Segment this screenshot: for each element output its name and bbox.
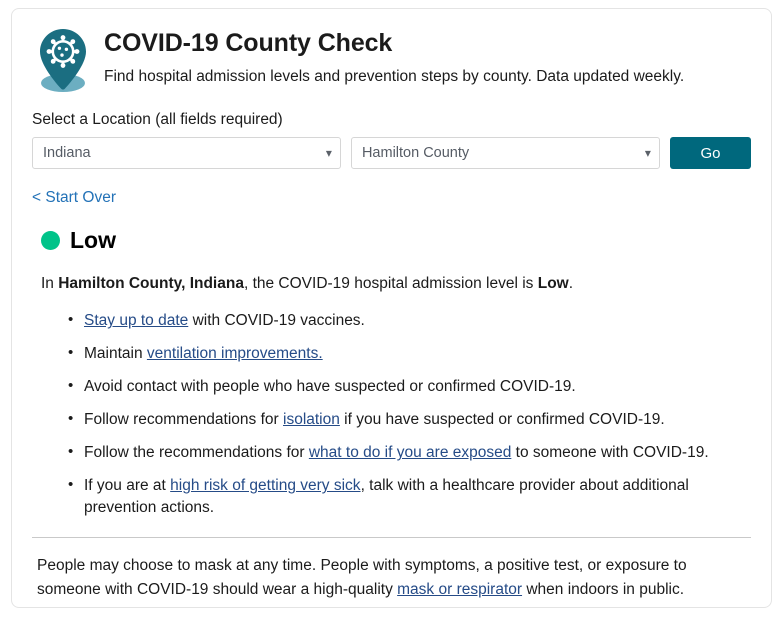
summary-suffix: .	[568, 275, 574, 292]
inline-text: If you are at	[84, 477, 171, 495]
inline-link[interactable]: isolation	[283, 411, 340, 428]
location-form-label: Select a Location (all fields required)	[32, 111, 283, 128]
section-divider	[32, 537, 751, 539]
go-button[interactable]: Go	[669, 137, 751, 169]
summary-level: Low	[537, 275, 569, 292]
summary-location: Hamilton County, Indiana	[58, 275, 244, 292]
page-title: COVID-19 County Check	[104, 29, 393, 57]
level-label: Low	[70, 227, 116, 253]
summary-middle: , the COVID-19 hospital admission level …	[243, 275, 538, 292]
start-over-link[interactable]: < Start Over	[12, 189, 136, 207]
recommendation-item: Avoid contact with people who have suspe…	[68, 375, 751, 398]
page-subtitle: Find hospital admission levels and preve…	[104, 67, 685, 85]
admission-level-heading: Low	[41, 229, 751, 252]
inline-text: Maintain	[84, 345, 147, 363]
county-select-wrapper: Hamilton County ▾	[350, 137, 660, 169]
inline-text: to someone with COVID-19.	[511, 444, 709, 462]
inline-link[interactable]: what to do if you are exposed	[309, 444, 512, 461]
recommendation-item: Follow the recommendations for what to d…	[68, 441, 751, 464]
covid-county-check-card: COVID-19 County Check Find hospital admi…	[11, 8, 772, 608]
result-summary: In Hamilton County, Indiana, the COVID-1…	[41, 273, 751, 295]
inline-text: Follow the recommendations for	[84, 444, 309, 462]
inline-text: Avoid contact with people who have suspe…	[84, 378, 576, 396]
inline-link[interactable]: ventilation improvements.	[147, 345, 323, 362]
inline-text: with COVID-19 vaccines.	[188, 312, 365, 330]
recommendation-item: Stay up to date with COVID-19 vaccines.	[68, 309, 751, 332]
recommendations-list: Stay up to date with COVID-19 vaccines. M…	[32, 309, 751, 519]
county-select[interactable]: Hamilton County	[350, 137, 660, 169]
level-status-dot-icon	[41, 231, 60, 250]
state-select-wrapper: Indiana ▾	[32, 137, 341, 169]
summary-prefix: In	[41, 275, 59, 292]
inline-link[interactable]: mask or respirator	[397, 581, 522, 598]
location-form: Select a Location (all fields required) …	[12, 111, 771, 169]
recommendation-item: If you are at high risk of getting very …	[68, 474, 751, 519]
footer-note: People may choose to mask at any time. P…	[12, 554, 771, 601]
result-section: Low In Hamilton County, Indiana, the COV…	[12, 229, 771, 519]
inline-text: Follow recommendations for	[84, 411, 283, 429]
card-header: COVID-19 County Check Find hospital admi…	[12, 9, 771, 93]
inline-link[interactable]: Stay up to date	[84, 312, 188, 329]
recommendation-item: Follow recommendations for isolation if …	[68, 408, 751, 431]
inline-text: if you have suspected or confirmed COVID…	[339, 411, 665, 429]
state-select[interactable]: Indiana	[32, 137, 341, 169]
recommendation-item: Maintain ventilation improvements.	[68, 342, 751, 365]
inline-link[interactable]: high risk of getting very sick	[170, 477, 360, 494]
covid-location-pin-icon	[32, 25, 94, 93]
inline-text: when indoors in public.	[522, 580, 685, 598]
